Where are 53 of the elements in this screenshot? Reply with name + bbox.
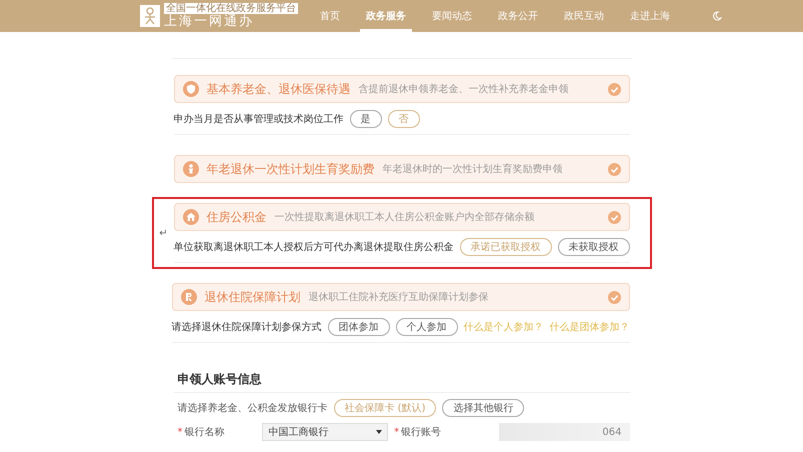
card-title: 年老退休一次性计划生育奖励费 [206,160,374,178]
card-title: 基本养老金、退休医保待遇 [206,80,350,98]
card-title: 住房公积金 [206,208,266,226]
option-button[interactable]: 是 [350,110,382,128]
field-label: 银行账号 [401,427,442,438]
service-card[interactable]: 住房公积金 一次性提取离退休职工本人住房公积金账户内全部存储余额 [174,203,630,231]
help-link[interactable]: 什么是个人参加？ [464,320,544,334]
service-card[interactable]: 年老退休一次性计划生育奖励费 年老退休时的一次性计划生育奖励费申领 [174,155,630,183]
moon-icon[interactable] [712,11,722,21]
service-card[interactable]: 退休住院保障计划 退休职工住院补充医疗互助保障计划参保 [172,283,630,311]
nav-tab[interactable]: 要闻动态 [426,0,478,32]
question-label: 请选择退休住院保障计划参保方式 [172,320,322,334]
option-button[interactable]: 承诺已获取授权 [460,238,552,256]
card-description: 年老退休时的一次性计划生育奖励费申领 [382,162,564,176]
return-mark: ↵ [159,228,168,238]
question-label: 请选择养老金、公积金发放银行卡 [178,402,328,415]
caret-icon [376,430,382,434]
nav-tab[interactable]: 政务服务 [360,0,412,32]
nav-tab[interactable]: 政务公开 [492,0,544,32]
house-icon [182,209,198,225]
required-mark: * [394,427,400,438]
option-button[interactable]: 否 [388,110,420,128]
person-icon [182,161,198,177]
help-link[interactable]: 什么是团体参加？ [550,320,630,334]
question-label: 单位获取离退休职工本人授权后方可代办离退休提取住房公积金 [174,240,454,254]
required-mark: * [178,427,182,438]
bank-dropdown[interactable]: 中国工商银行 [262,423,388,441]
option-button[interactable]: 个人参加 [396,318,458,336]
card-title: 退休住院保障计划 [204,288,300,306]
card-description: 退休职工住院补充医疗互助保障计划参保 [308,290,490,304]
logo-name: 上海一网通办 [164,15,255,29]
logo-icon [140,5,160,27]
nav-tab[interactable]: 走进上海 [624,0,676,32]
check-icon[interactable] [608,82,620,96]
question-label: 申办当月是否从事管理或技术岗位工作 [174,112,344,126]
blurred-account-field[interactable]: 064 [498,423,630,441]
nav-tab[interactable]: 政民互动 [558,0,610,32]
nav-tab[interactable]: 首页 [314,0,346,32]
check-icon[interactable] [608,162,620,176]
option-button[interactable]: 团体参加 [328,318,390,336]
option-button[interactable]: 未获取授权 [558,238,630,256]
section-title: 申领人账号信息 [174,371,630,393]
option-button[interactable]: 社会保障卡 (默认) [334,399,436,417]
check-icon[interactable] [608,290,620,304]
field-label: 银行名称 [184,427,224,438]
service-card[interactable]: 基本养老金、退休医保待遇 含提前退休申领养老金、一次性补充养老金申领 [174,75,630,103]
letter-r-icon [180,289,196,305]
card-description: 含提前退休申领养老金、一次性补充养老金申领 [358,82,570,96]
shield-icon [182,81,198,97]
card-description: 一次性提取离退休职工本人住房公积金账户内全部存储余额 [274,210,536,224]
option-button[interactable]: 选择其他银行 [442,399,524,417]
logo-tagline: 全国一体化在线政务服务平台 [164,3,298,14]
check-icon[interactable] [608,210,620,224]
